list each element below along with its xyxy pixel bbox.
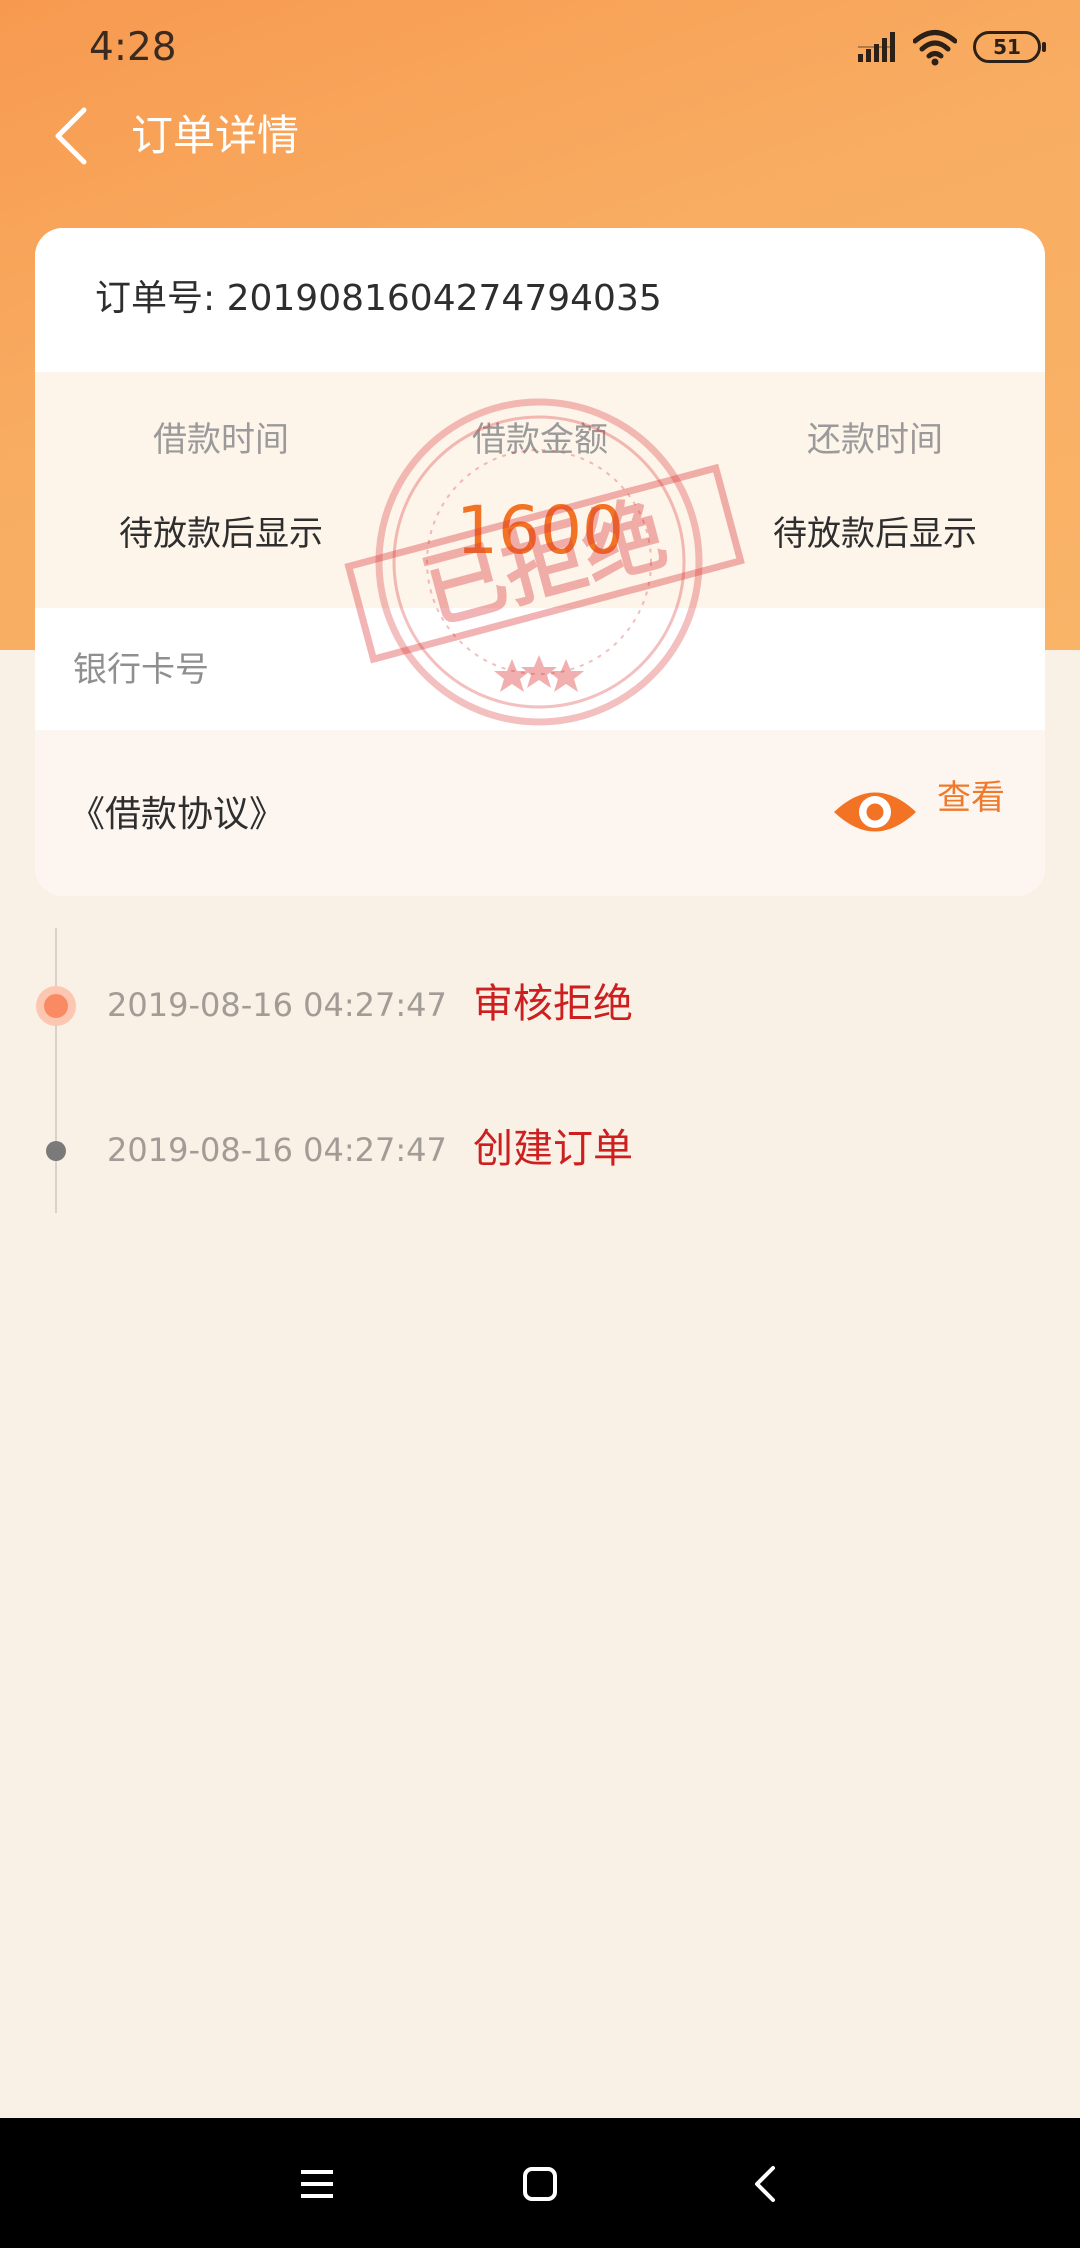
order-number-row: 订单号: 2019081604274794035 xyxy=(35,228,1045,372)
eye-icon[interactable] xyxy=(832,783,918,841)
home-button[interactable] xyxy=(504,2148,576,2220)
view-agreement-button[interactable]: 查看 xyxy=(937,776,1005,820)
battery-level: 51 xyxy=(993,35,1021,59)
back-button[interactable] xyxy=(44,100,104,172)
bank-card-label: 银行卡号 xyxy=(73,650,209,690)
timeline-time: 2019-08-16 04:27:47 xyxy=(107,1131,447,1169)
loan-agreement-row[interactable]: 《借款协议》 查看 xyxy=(35,730,1045,896)
back-icon xyxy=(755,2166,775,2202)
timeline-item-rejected: 2019-08-16 04:27:47 审核拒绝 xyxy=(0,975,1080,1035)
loan-time-value: 待放款后显示 xyxy=(119,514,323,554)
bank-card-row: 银行卡号 xyxy=(35,608,1045,730)
page-title: 订单详情 xyxy=(131,111,300,160)
signal-icon xyxy=(858,32,895,62)
menu-icon xyxy=(301,2170,333,2198)
order-number: 订单号: 2019081604274794035 xyxy=(95,278,662,319)
home-icon xyxy=(523,2167,557,2201)
repay-time-label: 还款时间 xyxy=(807,420,943,460)
timeline-dot xyxy=(46,1141,66,1161)
loan-amount-label: 借款金额 xyxy=(472,420,608,460)
timeline-status: 创建订单 xyxy=(473,1126,633,1172)
loan-agreement-label: 《借款协议》 xyxy=(69,794,286,835)
timeline-time: 2019-08-16 04:27:47 xyxy=(107,986,447,1024)
battery-icon: 51 xyxy=(973,31,1046,63)
wifi-icon xyxy=(913,30,957,66)
loan-time-label: 借款时间 xyxy=(153,420,289,460)
system-back-button[interactable] xyxy=(731,2148,803,2220)
system-nav-bar xyxy=(0,2118,1080,2248)
timeline-status: 审核拒绝 xyxy=(473,981,633,1027)
loan-amount-value: 1600 xyxy=(456,492,624,569)
repay-time-value: 待放款后显示 xyxy=(773,514,977,554)
loan-info-section: 借款时间 待放款后显示 借款金额 1600 还款时间 待放款后显示 xyxy=(35,372,1045,608)
timeline-item-created: 2019-08-16 04:27:47 创建订单 xyxy=(0,1120,1080,1180)
status-bar: 4:28 51 xyxy=(0,0,1080,96)
order-card: 订单号: 2019081604274794035 借款时间 待放款后显示 借款金… xyxy=(35,228,1045,896)
status-time: 4:28 xyxy=(89,25,177,70)
menu-button[interactable] xyxy=(281,2148,353,2220)
timeline-dot-active xyxy=(36,986,76,1026)
chevron-left-icon xyxy=(55,107,87,165)
